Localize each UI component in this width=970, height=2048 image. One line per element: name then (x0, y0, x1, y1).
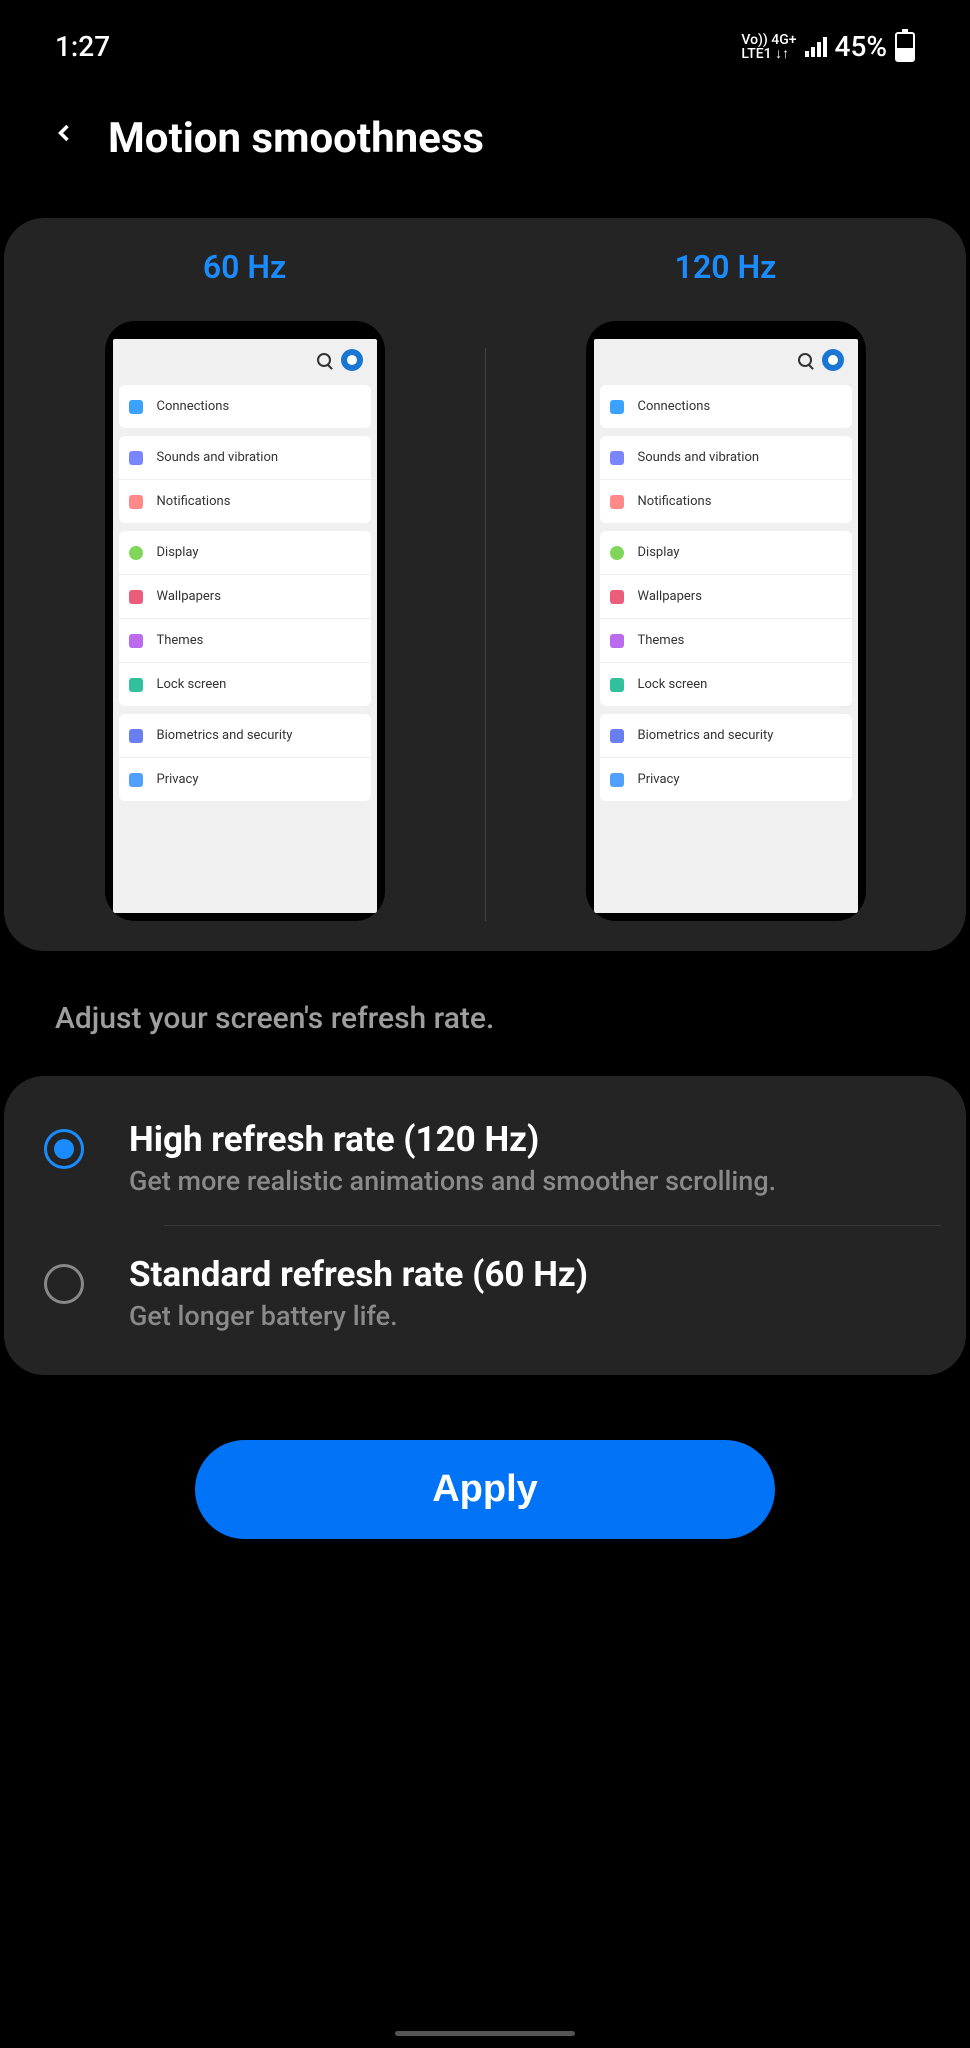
display-icon (610, 546, 624, 560)
option-title: High refresh rate (120 Hz) (129, 1119, 776, 1160)
preview-card: 60 Hz Connections Sounds and vibration N… (4, 218, 966, 951)
battery-percent: 45% (835, 30, 887, 63)
profile-icon (822, 349, 844, 371)
wallpapers-icon (610, 590, 624, 604)
phone-mock-60: Connections Sounds and vibration Notific… (105, 321, 385, 921)
sound-icon (129, 451, 143, 465)
display-icon (129, 546, 143, 560)
option-description: Get longer battery life. (129, 1300, 588, 1332)
lockscreen-icon (610, 678, 624, 692)
phone-mock-120: Connections Sounds and vibration Notific… (586, 321, 866, 921)
preview-divider (485, 348, 486, 921)
wifi-icon (610, 400, 624, 414)
privacy-icon (129, 773, 143, 787)
option-standard-refresh[interactable]: Standard refresh rate (60 Hz) Get longer… (4, 1226, 966, 1360)
hz-label-60: 60 Hz (203, 248, 286, 286)
option-title: Standard refresh rate (60 Hz) (129, 1254, 588, 1295)
notifications-icon (610, 495, 624, 509)
lockscreen-icon (129, 678, 143, 692)
hz-label-120: 120 Hz (675, 248, 777, 286)
biometrics-icon (129, 729, 143, 743)
profile-icon (341, 349, 363, 371)
status-bar: 1:27 Vo)) 4G+ LTE1 ↓↑ 45% (0, 0, 970, 73)
preview-60hz[interactable]: 60 Hz Connections Sounds and vibration N… (4, 248, 485, 921)
section-description: Adjust your screen's refresh rate. (0, 951, 970, 1066)
battery-icon (895, 32, 915, 62)
option-high-refresh[interactable]: High refresh rate (120 Hz) Get more real… (4, 1091, 966, 1225)
apply-button[interactable]: Apply (195, 1440, 775, 1539)
themes-icon (610, 634, 624, 648)
page-title: Motion smoothness (108, 114, 484, 163)
back-button[interactable] (50, 113, 78, 163)
wifi-icon (129, 400, 143, 414)
chevron-left-icon (50, 113, 78, 153)
search-icon (317, 353, 331, 367)
privacy-icon (610, 773, 624, 787)
sound-icon (610, 451, 624, 465)
network-indicator: Vo)) 4G+ LTE1 ↓↑ (741, 33, 796, 61)
radio-unselected-icon (44, 1264, 84, 1304)
status-right: Vo)) 4G+ LTE1 ↓↑ 45% (741, 30, 915, 63)
themes-icon (129, 634, 143, 648)
options-card: High refresh rate (120 Hz) Get more real… (4, 1076, 966, 1375)
biometrics-icon (610, 729, 624, 743)
option-description: Get more realistic animations and smooth… (129, 1165, 776, 1197)
search-icon (798, 353, 812, 367)
status-time: 1:27 (55, 30, 110, 63)
home-indicator[interactable] (395, 2031, 575, 2036)
preview-120hz[interactable]: 120 Hz Connections Sounds and vibration … (485, 248, 966, 921)
wallpapers-icon (129, 590, 143, 604)
notifications-icon (129, 495, 143, 509)
signal-icon (805, 37, 827, 57)
radio-selected-icon (44, 1129, 84, 1169)
page-header: Motion smoothness (0, 73, 970, 193)
